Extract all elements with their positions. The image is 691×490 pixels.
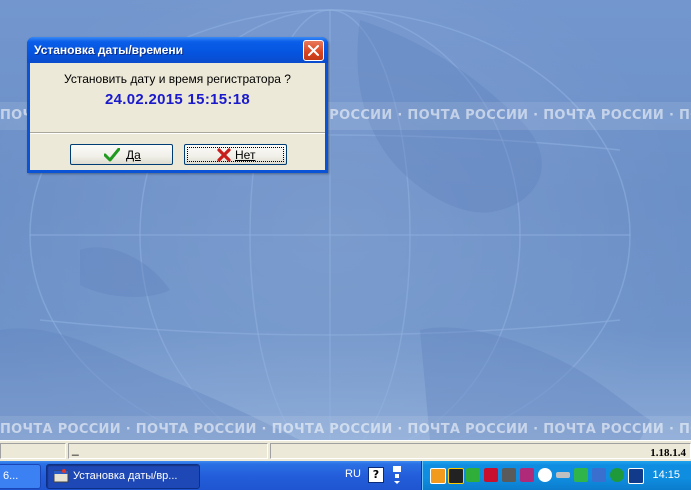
update-icon[interactable] bbox=[610, 468, 624, 482]
network-icon[interactable] bbox=[592, 468, 606, 482]
language-indicator[interactable]: RU bbox=[345, 468, 361, 480]
taskbar-button-dialog[interactable]: Установка даты/вр... bbox=[46, 464, 200, 489]
taskbar-button-1-label: 6... bbox=[3, 470, 19, 482]
datetime-value: 24.02.2015 15:15:18 bbox=[105, 91, 250, 108]
dialog-titlebar[interactable]: Установка даты/времени bbox=[27, 37, 328, 63]
taskbar-button-1[interactable]: 6... bbox=[0, 464, 41, 489]
pochta-banner-bottom: ПОЧТА РОССИИ · ПОЧТА РОССИИ · ПОЧТА РОСС… bbox=[0, 416, 691, 440]
checkmark-icon bbox=[104, 148, 120, 162]
status-caret: _ bbox=[72, 442, 79, 456]
status-cell-2 bbox=[68, 443, 268, 459]
no-button[interactable]: Нет bbox=[184, 144, 287, 165]
shield-app-icon[interactable] bbox=[520, 468, 534, 482]
close-button[interactable] bbox=[303, 40, 324, 61]
dialog-body: Установить дату и время регистратора ? 2… bbox=[30, 63, 325, 170]
dialog-separator bbox=[30, 132, 325, 134]
no-button-label: Нет bbox=[235, 148, 256, 162]
clock[interactable]: 14:15 bbox=[652, 469, 680, 481]
monitor-app-icon[interactable] bbox=[502, 468, 516, 482]
x-cross-icon bbox=[217, 148, 231, 162]
taskbar-button-dialog-label: Установка даты/вр... bbox=[73, 470, 178, 482]
taskbar: 6... Установка даты/вр... RU ? 14:15 bbox=[0, 461, 691, 490]
language-options-icon[interactable] bbox=[391, 464, 403, 486]
status-cell-1 bbox=[0, 443, 66, 459]
help-icon[interactable]: ? bbox=[368, 467, 384, 483]
yes-button[interactable]: Да bbox=[70, 144, 173, 165]
yes-button-label: Да bbox=[126, 148, 141, 162]
display-icon[interactable] bbox=[628, 468, 644, 484]
status-cell-3: 1.18.1.4 bbox=[270, 443, 691, 459]
green-app-icon[interactable] bbox=[466, 468, 480, 482]
orange-app-icon[interactable] bbox=[430, 468, 446, 484]
kaspersky-icon[interactable] bbox=[484, 468, 498, 482]
terminal-app-icon[interactable] bbox=[448, 468, 464, 484]
system-tray: 14:15 bbox=[421, 461, 691, 490]
safely-remove-icon[interactable] bbox=[574, 468, 588, 482]
version-label: 1.18.1.4 bbox=[650, 447, 686, 459]
app-window-icon bbox=[53, 469, 69, 483]
eye-icon[interactable] bbox=[538, 468, 552, 482]
dialog-title: Установка даты/времени bbox=[34, 43, 184, 57]
status-bar: _ 1.18.1.4 bbox=[0, 440, 691, 461]
set-datetime-dialog: Установка даты/времени Установить дату и… bbox=[27, 37, 328, 173]
dialog-question: Установить дату и время регистратора ? bbox=[64, 72, 291, 86]
usb-device-icon[interactable] bbox=[556, 472, 570, 478]
close-icon bbox=[308, 45, 319, 56]
